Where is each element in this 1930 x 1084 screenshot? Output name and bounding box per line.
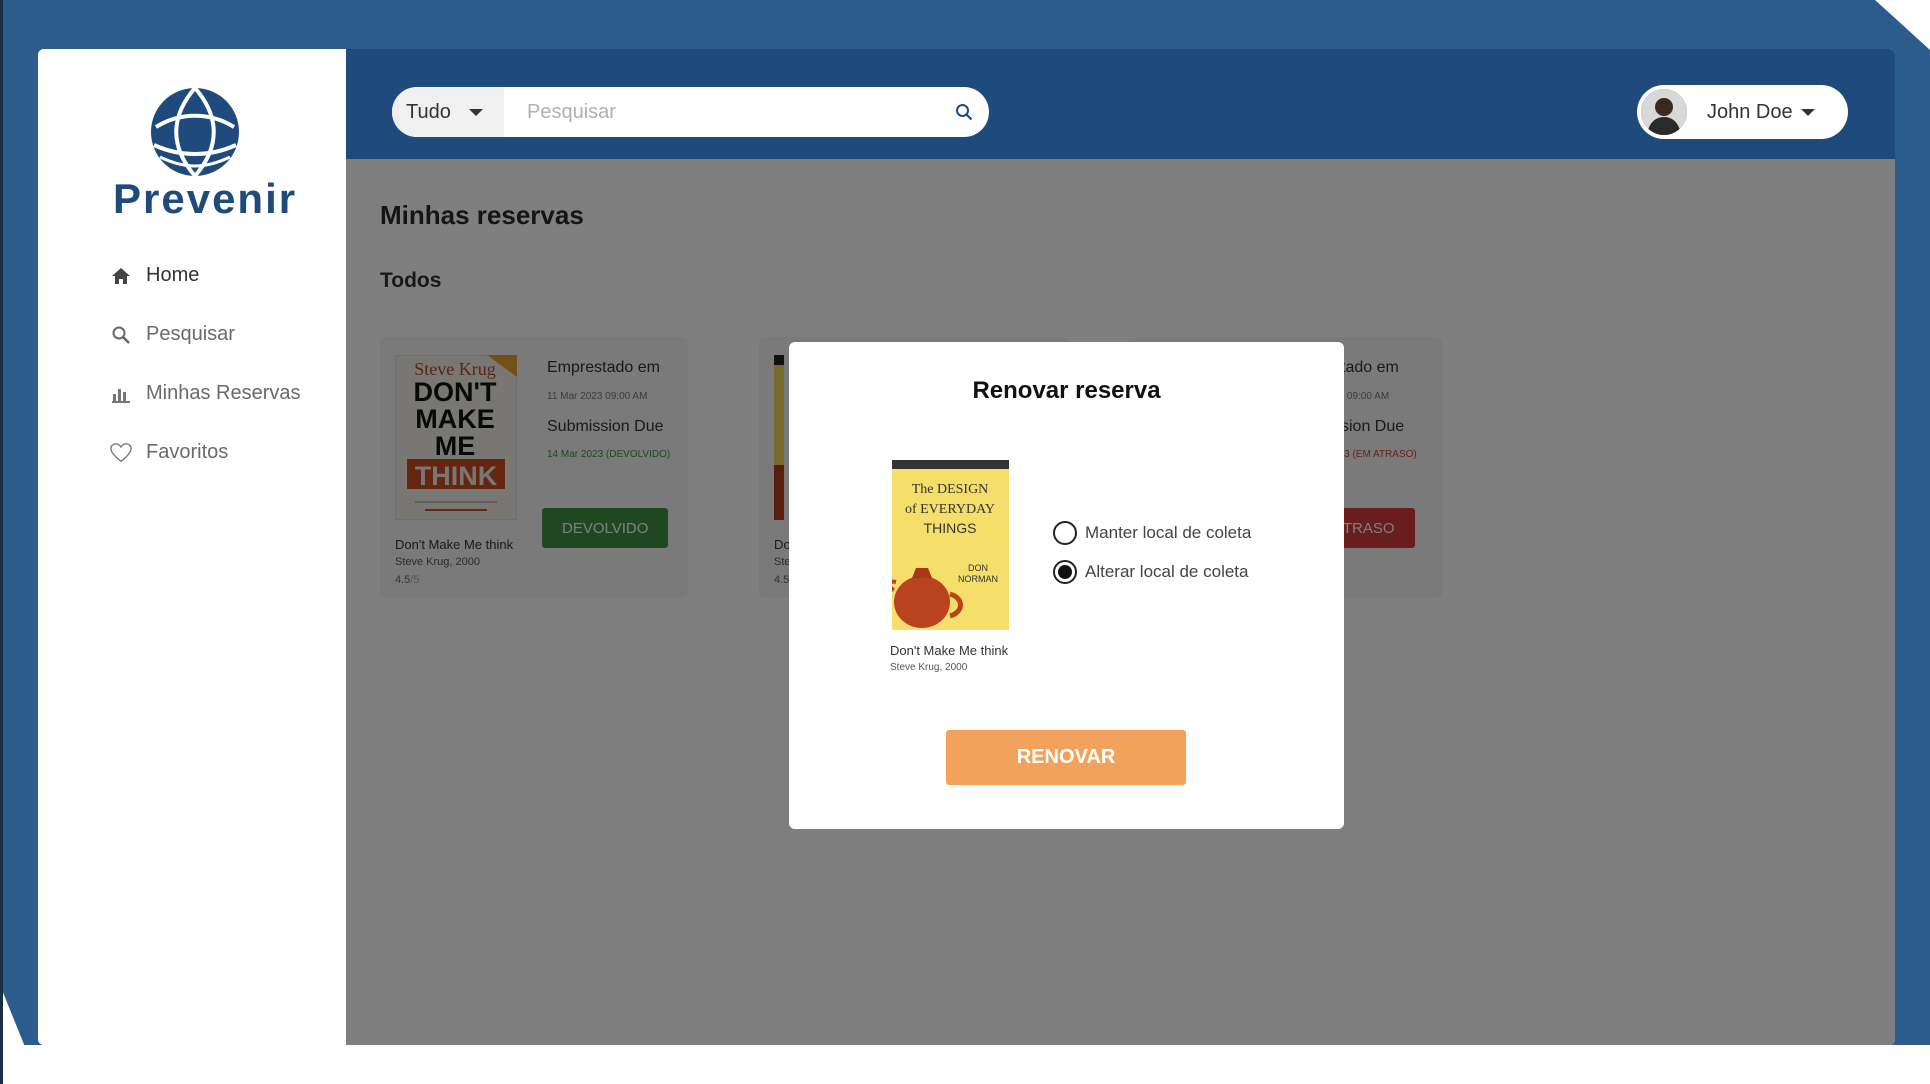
cover-line: The DESIGN [912,482,989,497]
sidebar-item-label: Home [146,264,200,286]
brand-name: Prevenir [113,175,298,222]
search-scope-value: Tudo [406,100,451,123]
search-scope-select[interactable]: Tudo [392,87,504,137]
globe-logo-icon [151,87,239,177]
search-button[interactable] [939,87,989,137]
chevron-down-icon [1800,108,1815,116]
renew-button[interactable]: RENOVAR [946,730,1186,785]
sidebar: Prevenir Home Pesquisar Minhas Reservas [38,49,346,1045]
slide-corner-top-right [1875,0,1930,50]
sidebar-item-label: Favoritos [146,441,229,463]
radio-label: Manter local de coleta [1085,523,1252,542]
home-icon [110,265,132,287]
sidebar-item-label: Minhas Reservas [146,382,301,404]
sidebar-item-favoritos[interactable]: Favoritos [110,423,301,482]
user-name: John Doe [1707,100,1793,123]
chevron-down-icon [468,108,483,116]
radio-circle[interactable] [1053,560,1077,584]
slide-bottom-strip [0,1045,1930,1084]
modal-title: Renovar reserva [972,377,1161,404]
modal-book-title: Don't Make Me think [890,643,1009,658]
modal-book-meta: Steve Krug, 2000 [890,662,968,673]
radio-manter-local[interactable]: Manter local de coleta [1053,521,1251,545]
cover-line: NORMAN [958,574,998,584]
radio-circle[interactable] [1053,521,1077,545]
sidebar-nav: Home Pesquisar Minhas Reservas Favoritos [110,246,301,482]
user-menu[interactable]: John Doe [1637,85,1848,139]
renew-modal: Renovar reserva The DESIGN of EVERYDAY T… [789,342,1344,829]
search-input[interactable] [504,87,939,137]
search-icon [956,104,973,121]
search-bar: Tudo [392,87,989,137]
radio-selected-dot [1058,565,1072,579]
slide-left-edge [0,0,3,1084]
slide-corner-bottom-left [0,985,40,1084]
radio-label: Alterar local de coleta [1085,562,1249,581]
cover-line: THINGS [924,520,977,536]
sidebar-item-label: Pesquisar [146,323,235,345]
search-icon [110,324,132,346]
sidebar-item-pesquisar[interactable]: Pesquisar [110,305,301,364]
book-cover-image: The DESIGN of EVERYDAY THINGS DON NORMAN [892,460,1009,630]
cover-line: of EVERYDAY [905,502,995,517]
sidebar-item-minhas-reservas[interactable]: Minhas Reservas [110,364,301,423]
chart-bar-icon [110,383,132,405]
avatar [1641,89,1687,135]
top-bar: Tudo John Doe [346,49,1895,159]
heart-icon [110,442,132,464]
cover-line: DON [968,563,988,573]
sidebar-item-home[interactable]: Home [110,246,301,305]
radio-alterar-local[interactable]: Alterar local de coleta [1053,560,1248,584]
